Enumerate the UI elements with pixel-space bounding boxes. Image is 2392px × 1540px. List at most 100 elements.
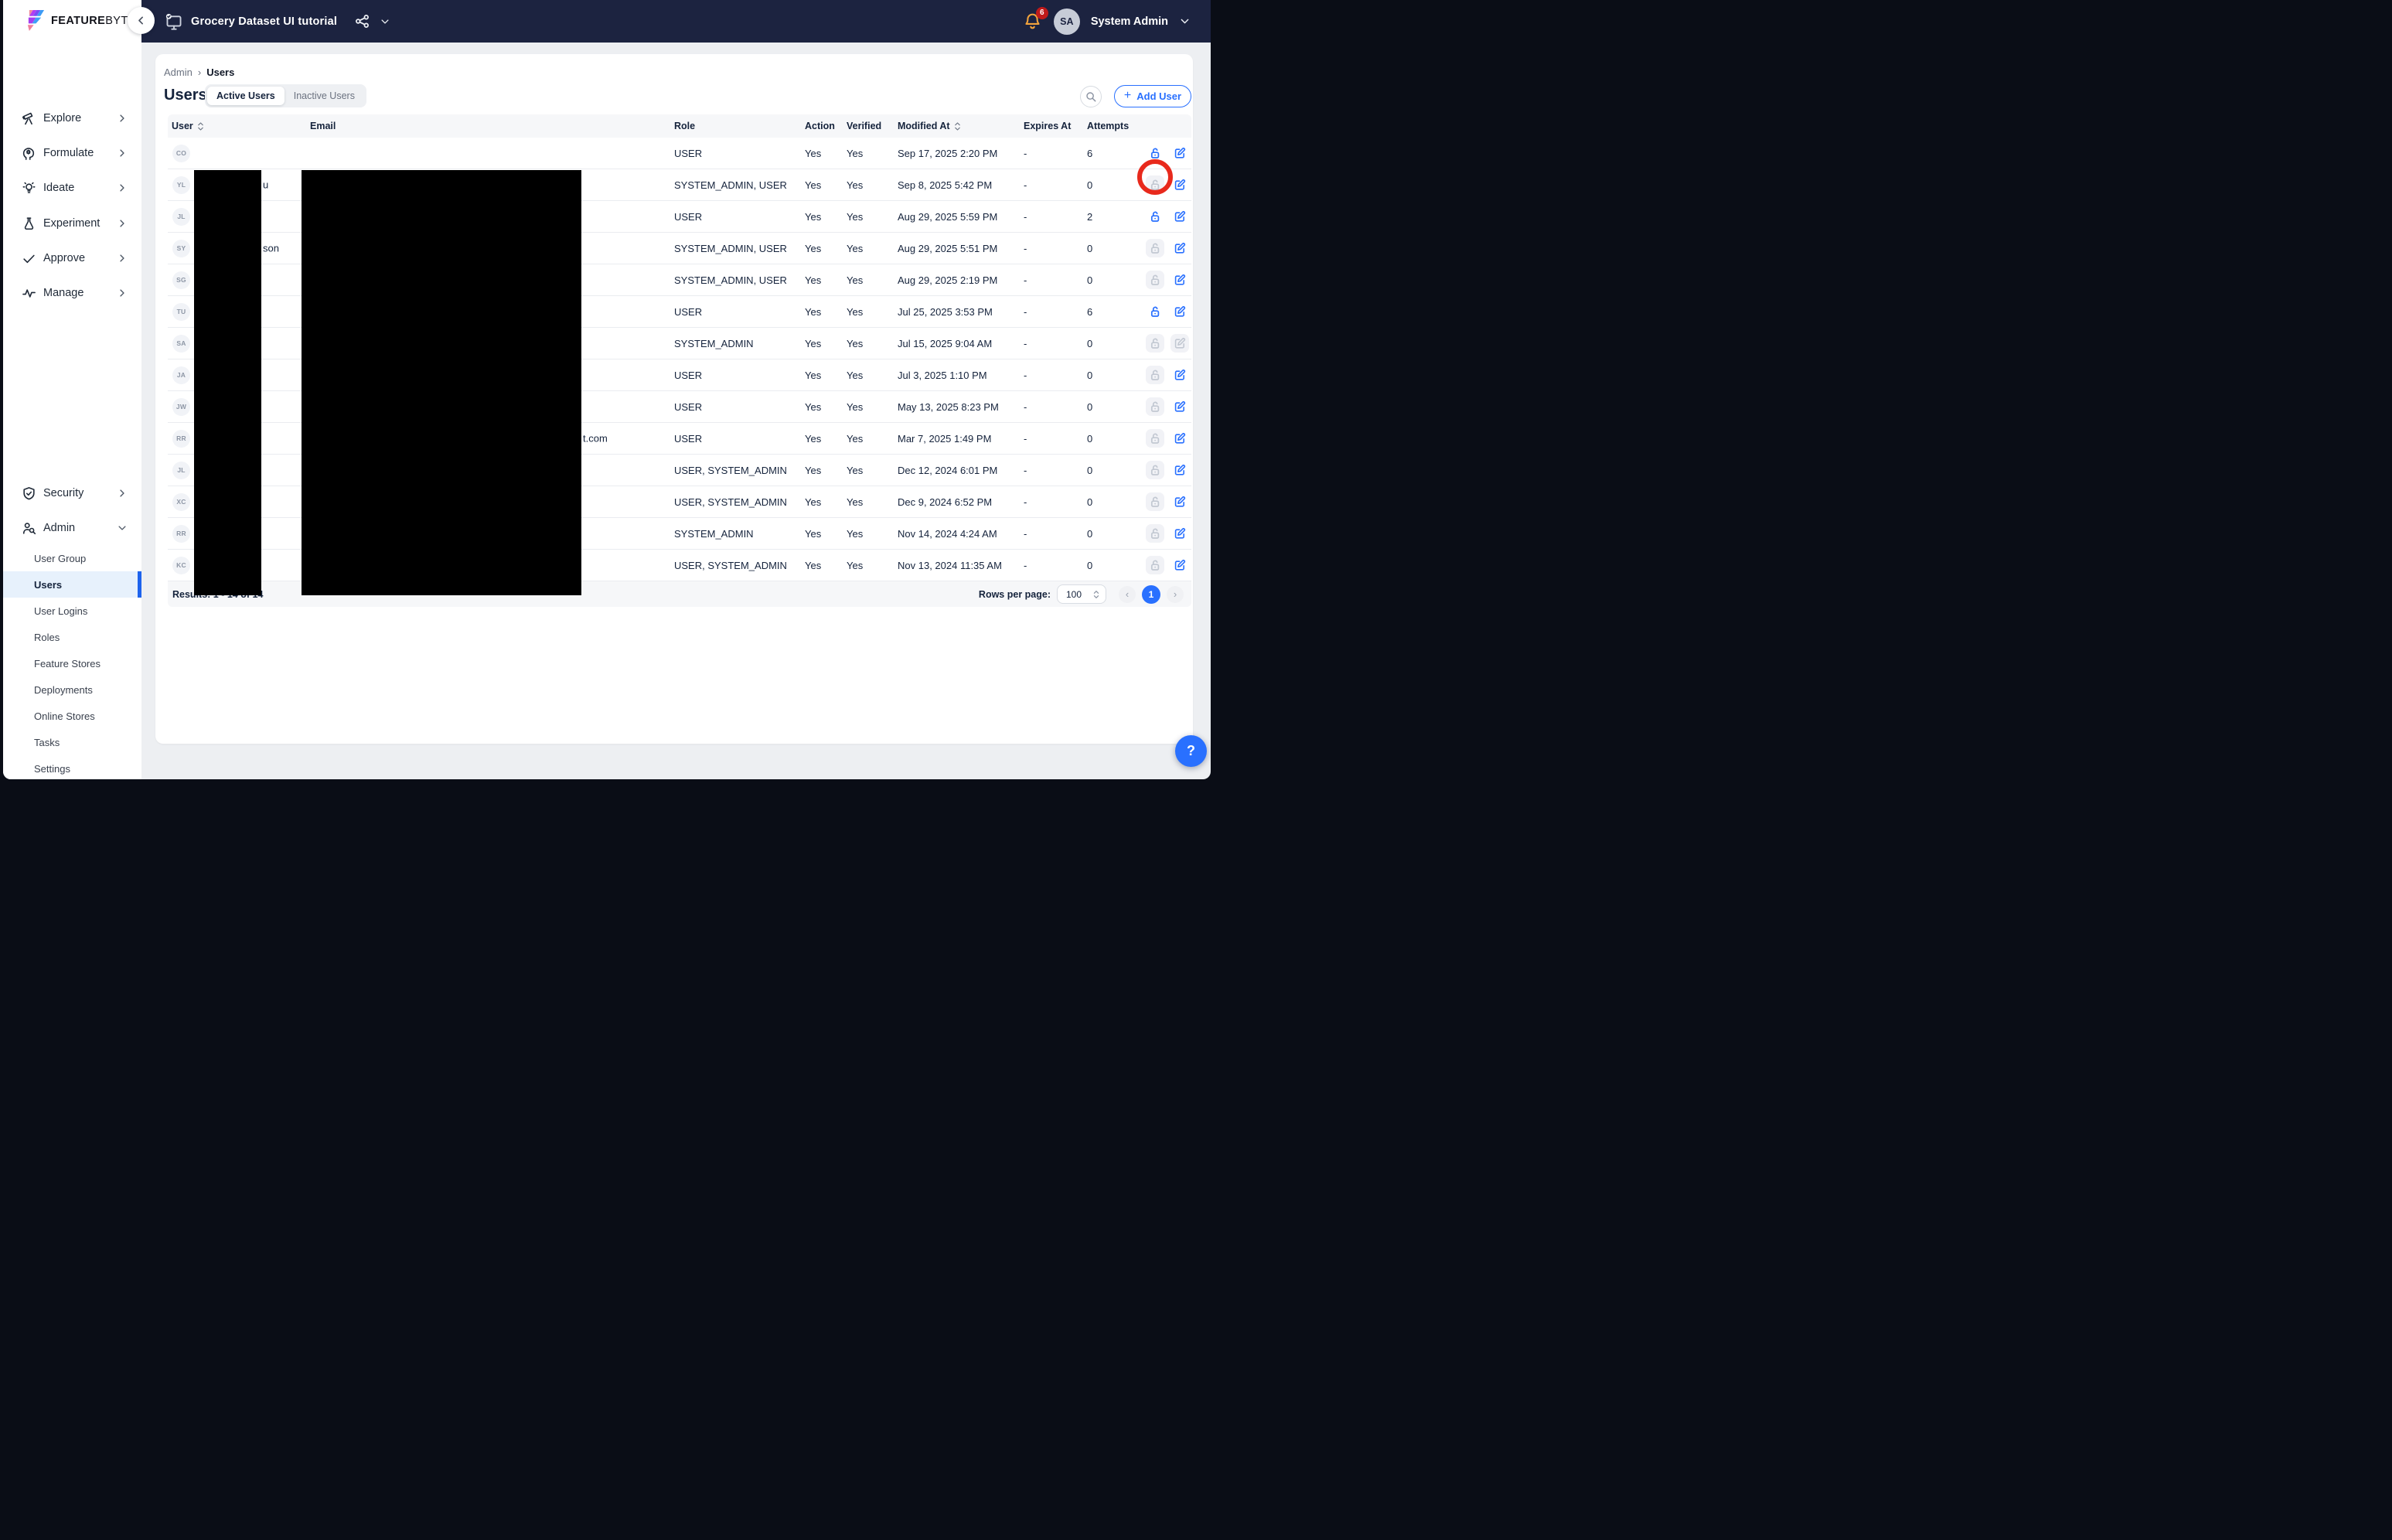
role-cell: USER bbox=[670, 211, 801, 223]
project-title: Grocery Dataset UI tutorial bbox=[191, 15, 337, 28]
action-cell: Yes bbox=[801, 433, 843, 445]
sidebar-item-settings[interactable]: Settings bbox=[3, 755, 139, 779]
edit-user-button[interactable] bbox=[1170, 461, 1189, 479]
breadcrumb-admin[interactable]: Admin bbox=[164, 66, 193, 78]
user-menu-chevron-icon[interactable] bbox=[1179, 15, 1191, 27]
row-avatar: CO bbox=[172, 145, 190, 162]
share-icon[interactable] bbox=[354, 13, 370, 29]
unlock-user-button bbox=[1146, 492, 1164, 511]
attempts-cell: 0 bbox=[1083, 560, 1132, 571]
modified-at-cell: Aug 29, 2025 5:59 PM bbox=[894, 211, 1020, 223]
sidebar-item-feature-stores[interactable]: Feature Stores bbox=[3, 650, 139, 676]
sidebar-item-ideate[interactable]: Ideate bbox=[3, 175, 141, 200]
edit-user-button[interactable] bbox=[1170, 144, 1189, 162]
sidebar-item-admin[interactable]: Admin bbox=[3, 516, 141, 540]
edit-user-button[interactable] bbox=[1170, 429, 1189, 448]
sidebar-item-formulate[interactable]: Formulate bbox=[3, 141, 141, 165]
expires-at-cell: - bbox=[1020, 338, 1083, 349]
expires-at-cell: - bbox=[1020, 433, 1083, 445]
search-button[interactable] bbox=[1080, 86, 1102, 107]
sidebar-subitem-label: Users bbox=[34, 579, 62, 591]
unlock-user-button[interactable] bbox=[1146, 207, 1164, 226]
breadcrumb: Admin › Users bbox=[164, 66, 234, 78]
sidebar-item-deployments[interactable]: Deployments bbox=[3, 676, 139, 703]
rows-per-page-select[interactable]: 100 bbox=[1057, 584, 1106, 604]
unlock-user-button[interactable] bbox=[1146, 144, 1164, 162]
sidebar-item-online-stores[interactable]: Online Stores bbox=[3, 703, 139, 729]
edit-user-button[interactable] bbox=[1170, 239, 1189, 257]
modified-at-cell: Nov 14, 2024 4:24 AM bbox=[894, 528, 1020, 540]
edit-user-button[interactable] bbox=[1170, 397, 1189, 416]
verified-cell: Yes bbox=[843, 465, 894, 476]
verified-cell: Yes bbox=[843, 274, 894, 286]
next-page-button[interactable]: › bbox=[1167, 586, 1184, 603]
pulse-icon bbox=[22, 286, 36, 301]
sidebar: FEATUREBYTE Explore Formulate Ideate Exp… bbox=[3, 0, 141, 779]
help-button[interactable]: ? bbox=[1175, 735, 1207, 767]
sidebar-item-explore[interactable]: Explore bbox=[3, 106, 141, 131]
modified-at-cell: Dec 12, 2024 6:01 PM bbox=[894, 465, 1020, 476]
featurebyte-logo-icon bbox=[26, 9, 46, 32]
tab-active-users[interactable]: Active Users bbox=[207, 87, 285, 105]
sidebar-item-manage[interactable]: Manage bbox=[3, 281, 141, 305]
sidebar-item-tasks[interactable]: Tasks bbox=[3, 729, 139, 755]
edit-user-button[interactable] bbox=[1170, 524, 1189, 543]
attempts-cell: 6 bbox=[1083, 306, 1132, 318]
users-table: UserEmailRoleActionVerifiedModified AtEx… bbox=[168, 114, 1191, 607]
logo-word-feature: FEATURE bbox=[51, 15, 105, 27]
prev-page-button[interactable]: ‹ bbox=[1119, 586, 1136, 603]
edit-user-button[interactable] bbox=[1170, 302, 1189, 321]
rows-per-page-label: Rows per page: bbox=[979, 589, 1051, 600]
attempts-cell: 0 bbox=[1083, 496, 1132, 508]
row-actions bbox=[1132, 492, 1191, 511]
sidebar-item-user-group[interactable]: User Group bbox=[3, 545, 139, 571]
sidebar-item-users[interactable]: Users bbox=[3, 571, 139, 598]
chevron-down-icon[interactable] bbox=[380, 16, 390, 27]
modified-at-cell: Aug 29, 2025 2:19 PM bbox=[894, 274, 1020, 286]
sidebar-item-experiment[interactable]: Experiment bbox=[3, 211, 141, 236]
chevron-right-icon bbox=[117, 253, 128, 264]
sidebar-item-user-logins[interactable]: User Logins bbox=[3, 598, 139, 624]
search-icon bbox=[1085, 90, 1097, 103]
row-actions bbox=[1132, 461, 1191, 479]
rows-per-page-value: 100 bbox=[1066, 589, 1082, 600]
notifications-button[interactable]: 6 bbox=[1023, 12, 1043, 32]
sort-icon bbox=[954, 121, 961, 131]
sidebar-item-label: Ideate bbox=[43, 182, 74, 194]
edit-user-button[interactable] bbox=[1170, 207, 1189, 226]
column-header-user[interactable]: User bbox=[168, 121, 306, 131]
name-fragment: u bbox=[263, 179, 268, 191]
tab-inactive-users[interactable]: Inactive Users bbox=[285, 87, 364, 105]
page-title: Users bbox=[164, 87, 207, 104]
edit-user-button[interactable] bbox=[1170, 271, 1189, 289]
edit-user-button[interactable] bbox=[1170, 492, 1189, 511]
edit-user-button[interactable] bbox=[1170, 556, 1189, 574]
modified-at-cell: Sep 8, 2025 5:42 PM bbox=[894, 179, 1020, 191]
current-page-button[interactable]: 1 bbox=[1142, 585, 1160, 604]
expires-at-cell: - bbox=[1020, 401, 1083, 413]
edit-user-button[interactable] bbox=[1170, 366, 1189, 384]
sidebar-item-approve[interactable]: Approve bbox=[3, 246, 141, 271]
expires-at-cell: - bbox=[1020, 211, 1083, 223]
row-actions bbox=[1132, 239, 1191, 257]
role-cell: SYSTEM_ADMIN, USER bbox=[670, 274, 801, 286]
role-cell: SYSTEM_ADMIN, USER bbox=[670, 243, 801, 254]
add-user-button[interactable]: + Add User bbox=[1114, 85, 1191, 107]
expires-at-cell: - bbox=[1020, 560, 1083, 571]
chevron-right-icon bbox=[117, 182, 128, 193]
row-avatar: RR bbox=[172, 430, 190, 448]
column-header-modified-at[interactable]: Modified At bbox=[894, 121, 1020, 131]
unlock-user-button[interactable] bbox=[1146, 302, 1164, 321]
edit-user-button[interactable] bbox=[1170, 175, 1189, 194]
user-avatar[interactable]: SA bbox=[1054, 9, 1080, 35]
role-cell: SYSTEM_ADMIN bbox=[670, 528, 801, 540]
sidebar-collapse-button[interactable] bbox=[128, 7, 155, 34]
row-avatar: TU bbox=[172, 303, 190, 321]
expires-at-cell: - bbox=[1020, 306, 1083, 318]
sidebar-item-roles[interactable]: Roles bbox=[3, 624, 139, 650]
sidebar-item-label: Formulate bbox=[43, 147, 94, 159]
sidebar-item-security[interactable]: Security bbox=[3, 481, 141, 506]
expires-at-cell: - bbox=[1020, 528, 1083, 540]
project-switcher[interactable]: Grocery Dataset UI tutorial bbox=[165, 12, 390, 31]
shield-check-icon bbox=[22, 486, 36, 501]
